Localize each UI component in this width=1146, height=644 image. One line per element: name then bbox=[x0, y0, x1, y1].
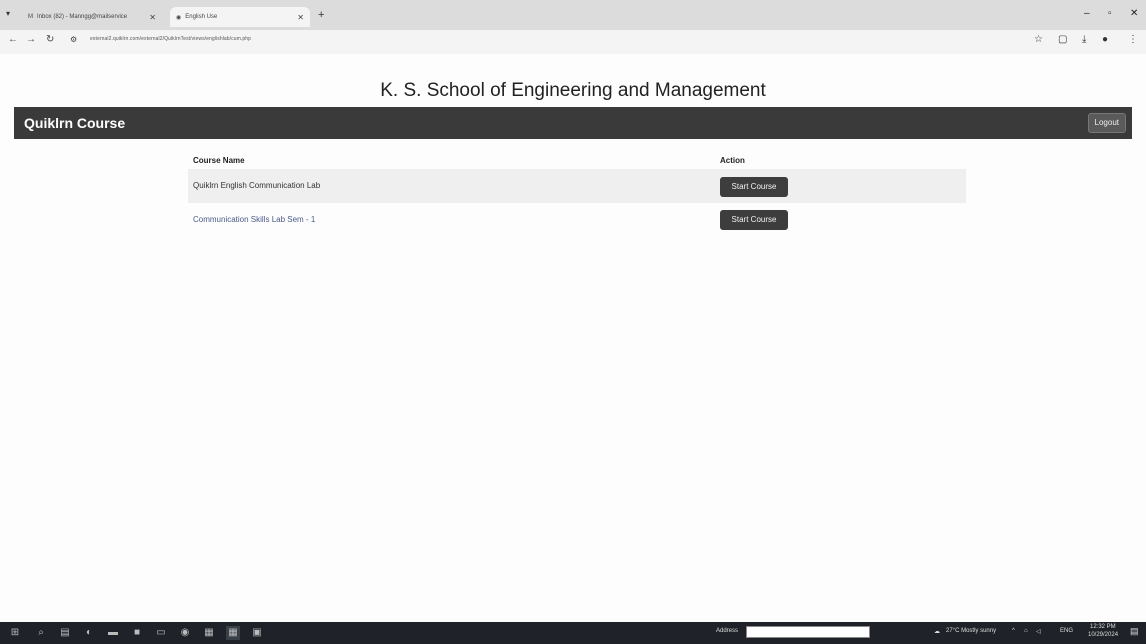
tab-title: English Use bbox=[185, 14, 218, 20]
browser-tab-active[interactable]: ◉ English Use ✕ bbox=[170, 7, 310, 27]
new-tab-button[interactable]: + bbox=[318, 9, 324, 21]
close-window-icon[interactable]: ✕ bbox=[1130, 8, 1138, 19]
course-name: Communication Skills Lab Sem - 1 bbox=[193, 215, 316, 224]
network-icon[interactable]: ⌂ bbox=[1024, 628, 1028, 634]
menu-icon[interactable]: ⋮ bbox=[1128, 34, 1138, 45]
brand-link[interactable]: Quiklrn Course bbox=[24, 115, 125, 131]
column-header-course-name: Course Name bbox=[193, 156, 245, 165]
back-icon[interactable]: ← bbox=[8, 34, 18, 45]
app-icon[interactable]: ▦ bbox=[202, 626, 216, 640]
search-icon[interactable]: ⌕ bbox=[34, 626, 48, 640]
close-tab-icon[interactable]: ✕ bbox=[297, 13, 304, 22]
logout-button[interactable]: Logout bbox=[1087, 113, 1126, 133]
tray-chevron-icon[interactable]: ^ bbox=[1012, 628, 1015, 634]
mail-icon[interactable]: ▭ bbox=[154, 626, 168, 640]
task-view-icon[interactable]: ▤ bbox=[58, 626, 72, 640]
edge-icon[interactable]: ◐ bbox=[82, 626, 96, 640]
clock-date[interactable]: 10/29/2024 bbox=[1088, 632, 1118, 638]
site-icon: ◉ bbox=[176, 14, 182, 21]
language-indicator[interactable]: ENG bbox=[1060, 628, 1073, 634]
weather-icon[interactable]: ☁ bbox=[934, 628, 940, 635]
file-explorer-icon[interactable]: ▬ bbox=[106, 626, 120, 640]
course-name: Quiklrn English Communication Lab bbox=[193, 181, 321, 190]
extensions-icon[interactable]: ▢ bbox=[1058, 34, 1067, 45]
notification-icon[interactable]: ▤ bbox=[1130, 626, 1139, 637]
active-app-icon[interactable]: ▦ bbox=[226, 626, 240, 640]
page-title: K. S. School of Engineering and Manageme… bbox=[380, 80, 766, 101]
taskbar-address-label: Address bbox=[716, 628, 739, 634]
site-info-icon[interactable]: ⚙ bbox=[70, 35, 77, 44]
start-course-button[interactable]: Start Course bbox=[720, 210, 788, 230]
app-icon[interactable]: ▣ bbox=[250, 626, 264, 640]
maximize-icon[interactable]: ▫ bbox=[1108, 8, 1112, 19]
browser-tab-inbox[interactable]: M Inbox (82) - Manngg@mailservice ✕ bbox=[22, 7, 162, 27]
top-navbar: Quiklrn Course Logout bbox=[14, 107, 1132, 139]
reload-icon[interactable]: ↻ bbox=[46, 34, 54, 45]
weather-text[interactable]: 27°C Mostly sunny bbox=[946, 628, 996, 634]
profile-icon[interactable]: ● bbox=[1102, 34, 1108, 45]
bookmark-star-icon[interactable]: ☆ bbox=[1034, 34, 1043, 45]
address-bar bbox=[0, 30, 1146, 54]
gmail-icon: M bbox=[28, 14, 33, 20]
start-menu-icon[interactable]: ⊞ bbox=[8, 626, 22, 640]
volume-icon[interactable]: ◁ bbox=[1036, 628, 1041, 635]
column-header-action: Action bbox=[720, 156, 745, 165]
store-icon[interactable]: ■ bbox=[130, 626, 144, 640]
start-course-button[interactable]: Start Course bbox=[720, 177, 788, 197]
minimize-icon[interactable]: – bbox=[1084, 8, 1090, 19]
url-field[interactable]: external2.quiklrn.com/external2/QuiklrnT… bbox=[90, 36, 251, 42]
tab-list-icon[interactable]: ▾ bbox=[6, 9, 10, 18]
clock-time[interactable]: 12:32 PM bbox=[1090, 624, 1116, 630]
close-tab-icon[interactable]: ✕ bbox=[149, 13, 156, 22]
tab-title: Inbox (82) - Manngg@mailservice bbox=[37, 14, 128, 20]
browser-tab-bar: ▾ M Inbox (82) - Manngg@mailservice ✕ ◉ … bbox=[0, 0, 1146, 30]
chrome-icon[interactable]: ◉ bbox=[178, 626, 192, 640]
download-icon[interactable]: ⤓ bbox=[1082, 34, 1086, 45]
forward-icon[interactable]: → bbox=[26, 34, 36, 45]
taskbar-address-input[interactable] bbox=[746, 626, 870, 638]
